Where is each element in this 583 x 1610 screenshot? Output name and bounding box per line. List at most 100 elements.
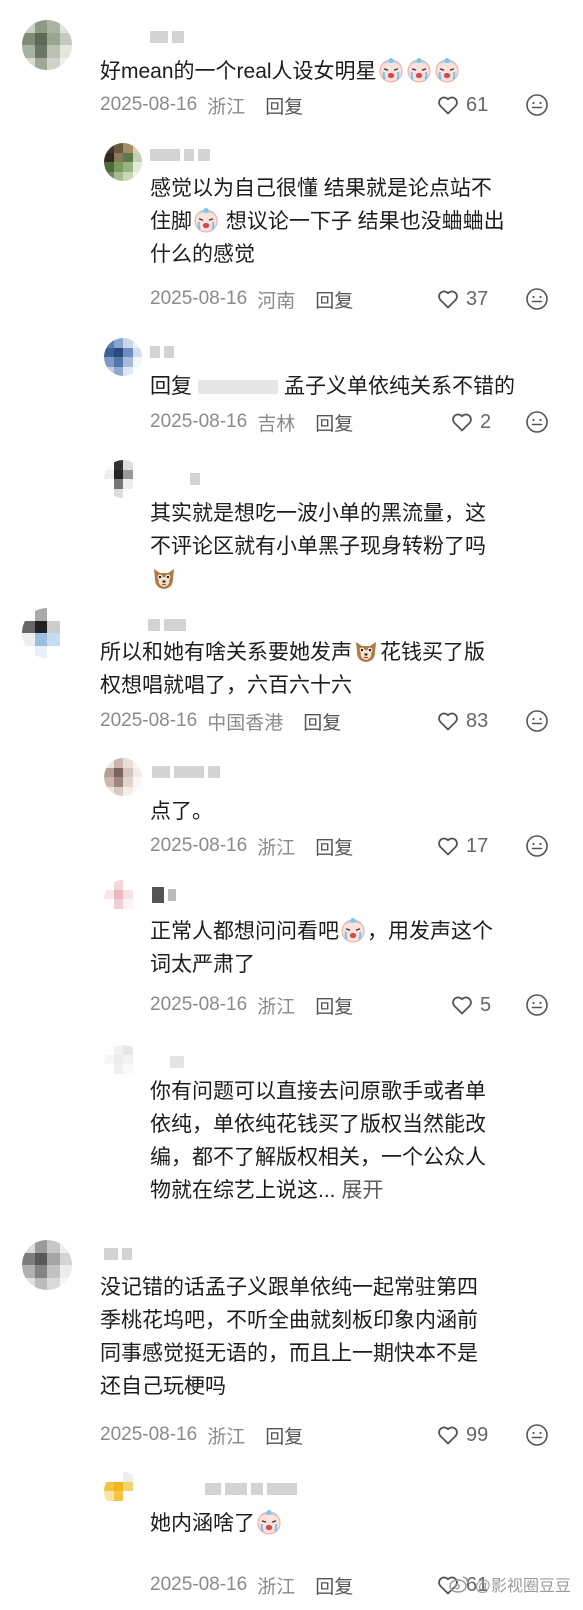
avatar[interactable] <box>104 758 142 796</box>
heart-icon[interactable] <box>450 410 474 434</box>
reply-button[interactable]: 回复 <box>315 286 353 313</box>
comment-text: 其实就是想吃一波小单的黑流量，这 不评论区就有小单黑子现身转粉了吗 <box>150 497 486 596</box>
username-blurred[interactable] <box>190 472 200 486</box>
heart-icon[interactable] <box>436 709 460 733</box>
like-action[interactable]: 5 <box>450 990 491 1020</box>
crying-emoji-icon <box>378 57 404 83</box>
comment-date: 2025-08-16 <box>100 1424 198 1445</box>
like-count: 83 <box>466 709 489 732</box>
username-blurred[interactable] <box>150 148 210 162</box>
comment-text: 你有问题可以直接去问原歌手或者单 依纯，单依纯花钱买了版权当然能改 编，都不了解… <box>150 1080 486 1202</box>
comment-location: 浙江 <box>257 996 296 1018</box>
emoji-reaction-icon[interactable] <box>525 1423 549 1447</box>
reply-button[interactable]: 回复 <box>303 708 341 735</box>
comment-text: 回复 孟子义单依纯关系不错的 <box>150 375 515 398</box>
comment-meta: 2025-08-16 中国香港 回复 <box>100 706 341 736</box>
comment-date: 2025-08-16 <box>150 1574 248 1595</box>
avatar[interactable] <box>22 608 72 658</box>
reply-button[interactable]: 回复 <box>315 992 353 1019</box>
comment-location: 河南 <box>257 290 296 312</box>
comment-location: 浙江 <box>257 1576 296 1598</box>
comment-date: 2025-08-16 <box>150 835 248 856</box>
comment-location: 浙江 <box>207 96 246 118</box>
avatar[interactable] <box>22 1240 72 1290</box>
like-action[interactable]: 17 <box>436 831 488 861</box>
avatar[interactable] <box>104 460 142 498</box>
like-count: 17 <box>466 834 489 857</box>
avatar[interactable] <box>104 880 142 918</box>
avatar[interactable] <box>104 1472 142 1510</box>
username-blurred[interactable] <box>104 1247 132 1261</box>
comment-date: 2025-08-16 <box>150 411 248 432</box>
comment-text: 点了。 <box>150 800 213 823</box>
emoji-reaction-icon[interactable] <box>525 993 549 1017</box>
username-blurred[interactable] <box>205 1482 297 1496</box>
like-count: 99 <box>466 1423 489 1446</box>
avatar[interactable] <box>104 143 142 181</box>
heart-icon[interactable] <box>436 834 460 858</box>
like-action[interactable]: 83 <box>436 706 488 736</box>
comment-date: 2025-08-16 <box>150 994 248 1015</box>
comment-meta: 2025-08-16 浙江 回复 <box>150 831 353 861</box>
emoji-reaction-icon[interactable] <box>525 709 549 733</box>
comment-text: 没记错的话孟子义跟单依纯一起常驻第四 季桃花坞吧，不听全曲就刻板印象内涵前 同事… <box>100 1276 478 1398</box>
username-blurred[interactable] <box>170 1055 184 1069</box>
mention-blurred[interactable] <box>198 380 278 395</box>
reply-button[interactable]: 回复 <box>265 1422 303 1449</box>
comment-location: 浙江 <box>257 837 296 859</box>
like-action[interactable]: 37 <box>436 284 488 314</box>
dog-emoji-icon <box>353 638 379 664</box>
emoji-reaction-icon[interactable] <box>525 93 549 117</box>
avatar[interactable] <box>104 338 142 376</box>
comment-text: 所以和她有啥关系要她发声 花钱买了版 权想唱就唱了，六百六十六 <box>100 636 570 702</box>
like-action[interactable]: 2 <box>450 407 491 437</box>
comment-meta: 2025-08-16 河南 回复 <box>150 284 353 314</box>
crying-emoji-icon <box>256 1509 282 1535</box>
comment-meta: 2025-08-16 吉林 回复 <box>150 407 353 437</box>
comment-text: 她内涵啥了 <box>150 1507 283 1540</box>
comment-meta: 2025-08-16 浙江 回复 <box>100 1420 303 1450</box>
comment-date: 2025-08-16 <box>100 94 198 115</box>
like-count: 37 <box>466 287 489 310</box>
watermark: @影视圈豆豆 <box>449 1572 571 1596</box>
watermark-text: @影视圈豆豆 <box>474 1578 571 1595</box>
crying-emoji-icon <box>193 207 219 233</box>
reply-button[interactable]: 回复 <box>265 92 303 119</box>
reply-button[interactable]: 回复 <box>315 1572 353 1599</box>
comment-meta: 2025-08-16 浙江 回复 <box>100 90 303 120</box>
comment-meta: 2025-08-16 浙江 回复 <box>150 1570 353 1600</box>
comment-date: 2025-08-16 <box>100 710 198 731</box>
crying-emoji-icon <box>406 57 432 83</box>
heart-icon[interactable] <box>436 93 460 117</box>
like-count: 2 <box>480 410 492 433</box>
avatar[interactable] <box>22 20 72 70</box>
comment-location: 吉林 <box>257 413 296 435</box>
comment-location: 浙江 <box>207 1426 246 1448</box>
like-action[interactable]: 61 <box>436 90 488 120</box>
like-action[interactable]: 99 <box>436 1420 488 1450</box>
avatar[interactable] <box>104 1045 142 1083</box>
username-blurred[interactable] <box>152 765 220 779</box>
emoji-reaction-icon[interactable] <box>525 287 549 311</box>
heart-icon[interactable] <box>450 993 474 1017</box>
comment-date: 2025-08-16 <box>150 288 248 309</box>
username-blurred[interactable] <box>150 345 174 359</box>
reply-button[interactable]: 回复 <box>315 833 353 860</box>
username-blurred[interactable] <box>148 618 186 632</box>
emoji-reaction-icon[interactable] <box>525 834 549 858</box>
heart-icon[interactable] <box>436 287 460 311</box>
like-count: 61 <box>466 93 489 116</box>
crying-emoji-icon <box>340 917 366 943</box>
expand-link[interactable]: 展开 <box>341 1179 383 1202</box>
emoji-reaction-icon[interactable] <box>525 410 549 434</box>
comment-text: 好mean的一个real人设女明星 <box>100 55 461 88</box>
like-count: 5 <box>480 993 492 1016</box>
reply-button[interactable]: 回复 <box>315 409 353 436</box>
crying-emoji-icon <box>434 57 460 83</box>
dog-emoji-icon <box>151 565 177 591</box>
username-blurred[interactable] <box>150 30 184 44</box>
comment-text: 感觉以为自己很懂 结果就是论点站不 住脚 想议论一下子 结果也没蛐蛐出 什么的感… <box>150 177 505 266</box>
weibo-logo-icon <box>449 1576 469 1593</box>
heart-icon[interactable] <box>436 1423 460 1447</box>
username-blurred[interactable] <box>152 887 176 903</box>
